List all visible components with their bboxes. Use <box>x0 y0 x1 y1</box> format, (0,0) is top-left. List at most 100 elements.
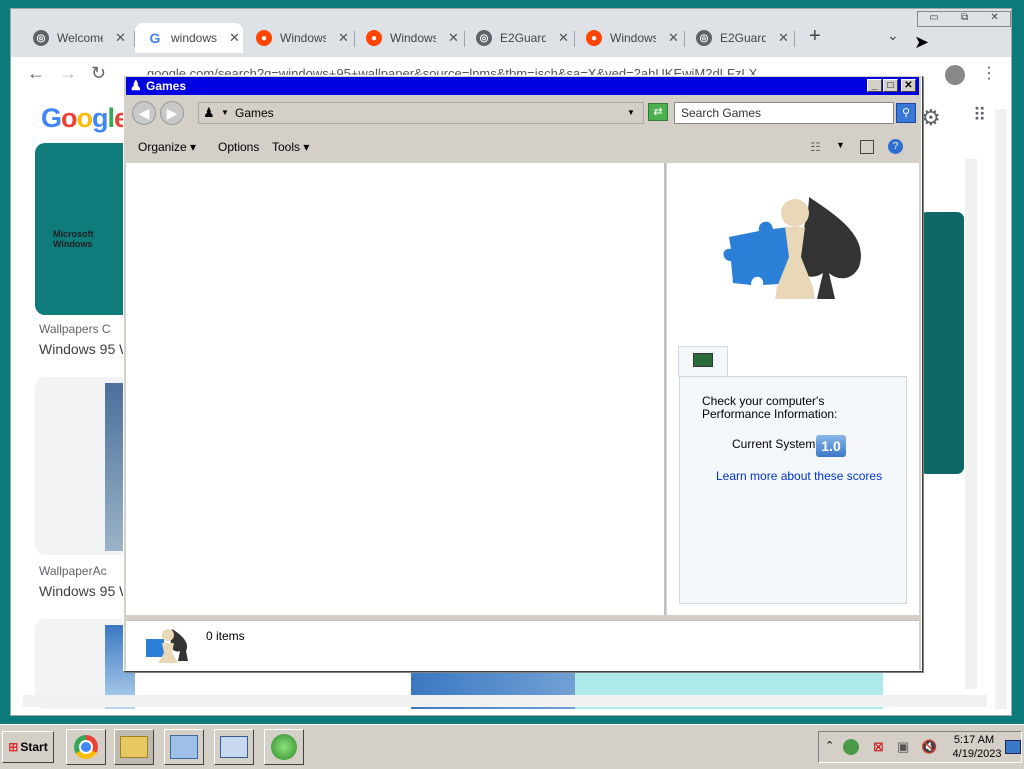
tab-windows-active[interactable]: Gwindows ✕ <box>135 23 243 53</box>
performance-monitor-icon <box>693 353 713 367</box>
view-dropdown-icon[interactable]: ▼ <box>836 140 845 150</box>
network-taskbar-button[interactable] <box>214 729 254 765</box>
result-source-1[interactable]: Wallpapers C <box>39 322 111 336</box>
result-image-1[interactable]: Microsoft Windows <box>35 143 135 315</box>
performance-panel: Check your computer's Performance Inform… <box>679 376 907 604</box>
tab-windows-reddit-3[interactable]: ● Windows ✕ <box>586 23 686 53</box>
organize-menu[interactable]: Organize ▾ <box>138 140 196 154</box>
tab-separator <box>354 31 355 47</box>
chrome-icon <box>74 735 98 759</box>
help-icon[interactable]: ? <box>888 139 903 154</box>
windows-orb-taskbar-button[interactable] <box>264 729 304 765</box>
window-title: Games <box>146 79 187 93</box>
tools-menu[interactable]: Tools ▾ <box>272 140 309 154</box>
tab-separator <box>684 31 685 47</box>
settings-icon[interactable]: ⚙ <box>921 105 941 131</box>
volume-muted-icon[interactable]: 🔇 <box>921 739 937 755</box>
close-icon[interactable]: ✕ <box>558 30 569 46</box>
close-icon[interactable]: ✕ <box>448 30 459 46</box>
tray-expand-icon[interactable]: ⌃ <box>825 739 834 752</box>
forward-button[interactable]: ▶ <box>160 101 184 125</box>
close-icon[interactable]: ✕ <box>668 30 679 46</box>
refresh-icon[interactable]: ⇄ <box>648 103 668 121</box>
reload-icon[interactable]: ↻ <box>91 63 106 84</box>
tab-separator <box>464 31 465 47</box>
mouse-cursor-icon: ➤ <box>914 32 930 52</box>
tab-strip: ◎ Welcome ✕ Gwindows ✕ ● Windows ✕ ● Windows ✕ … <box>11 9 1011 57</box>
tab-windows-reddit-2[interactable]: ● Windows ✕ <box>366 23 466 53</box>
explorer-taskbar-button[interactable] <box>114 729 154 765</box>
close-icon[interactable]: ✕ <box>229 30 240 46</box>
search-games-input[interactable]: Search Games <box>674 102 894 124</box>
control-panel-icon <box>170 735 198 759</box>
status-bar: 0 items <box>126 620 919 670</box>
tab-e2guard-2[interactable]: ◎ E2Guard ✕ <box>696 23 796 53</box>
command-bar: Organize ▾ Options Tools ▾ ☷ ▼ ? <box>126 129 919 163</box>
forward-icon[interactable]: → <box>59 63 77 84</box>
preview-scrollbar[interactable] <box>965 159 977 689</box>
chrome-taskbar-button[interactable] <box>66 729 106 765</box>
tab-separator <box>574 31 575 47</box>
maximize-button[interactable]: □ <box>883 79 898 92</box>
profile-avatar[interactable] <box>945 65 965 85</box>
preview-pane-icon[interactable] <box>860 140 874 154</box>
tab-welcome[interactable]: ◎ Welcome ✕ <box>33 23 133 53</box>
back-button[interactable]: ◀ <box>132 101 156 125</box>
clock-date[interactable]: 4/19/2023 <box>951 748 1003 760</box>
network-error-icon[interactable]: ⊠ <box>873 739 884 755</box>
clock-time[interactable]: 5:17 AM <box>951 734 997 746</box>
result-title-2[interactable]: Windows 95 W <box>39 583 132 599</box>
title-bar[interactable]: ♟ Games _ □ ✕ <box>126 77 919 95</box>
current-system-label: Current System <box>732 437 816 451</box>
back-icon[interactable]: ← <box>27 63 45 84</box>
games-small-icon <box>146 629 188 663</box>
address-dropdown-icon[interactable]: ▼ <box>627 103 635 123</box>
perf-tab[interactable] <box>678 346 728 377</box>
close-icon[interactable]: ✕ <box>990 12 998 26</box>
chrome-window-controls: ▭ ⧉ ✕ <box>917 11 1011 27</box>
network-icon[interactable]: ▣ <box>897 739 909 755</box>
learn-more-link[interactable]: Learn more about these scores <box>716 469 882 483</box>
breadcrumb-arrow-icon[interactable]: ▼ <box>221 103 229 123</box>
reddit-icon: ● <box>586 30 602 46</box>
close-icon[interactable]: ✕ <box>778 30 789 46</box>
games-list-pane[interactable] <box>126 163 666 615</box>
globe-icon: ◎ <box>696 30 712 46</box>
minimize-icon[interactable]: ▭ <box>929 12 938 26</box>
computer-icon <box>220 736 248 758</box>
security-shield-icon[interactable] <box>843 739 859 755</box>
globe-icon: ◎ <box>476 30 492 46</box>
close-button[interactable]: ✕ <box>901 79 916 92</box>
close-icon[interactable]: ✕ <box>115 30 126 46</box>
tab-search-icon[interactable]: ⌄ <box>887 27 899 44</box>
tab-e2guard-1[interactable]: ◎ E2Guard ✕ <box>476 23 576 53</box>
control-panel-taskbar-button[interactable] <box>164 729 204 765</box>
kebab-menu-icon[interactable]: ⋮ <box>981 63 997 83</box>
restore-icon[interactable]: ⧉ <box>961 12 968 26</box>
show-desktop-icon[interactable] <box>1005 740 1021 754</box>
address-box[interactable]: ♟ ▼ Games ▼ <box>198 102 644 124</box>
search-icon[interactable]: ⚲ <box>896 103 916 123</box>
result-source-2[interactable]: WallpaperAc <box>39 564 107 578</box>
new-tab-button[interactable]: + <box>809 25 821 48</box>
chess-pawn-icon: ♟ <box>130 78 142 93</box>
perf-heading: Check your computer's Performance Inform… <box>702 394 838 421</box>
google-icon: G <box>147 30 163 46</box>
reddit-icon: ● <box>366 30 382 46</box>
taskbar: ⊞ Start ⌃ ⊠ ▣ 🔇 5:17 AM 4/19/2023 <box>0 724 1024 769</box>
apps-grid-icon[interactable]: ⠿ <box>973 105 986 126</box>
tab-windows-reddit-1[interactable]: ● Windows ✕ <box>256 23 356 53</box>
address-row: ◀ ▶ ♟ ▼ Games ▼ ⇄ Search Games ⚲ <box>126 96 919 128</box>
address-text: Games <box>235 106 274 120</box>
google-logo[interactable]: Google <box>41 103 129 134</box>
page-scrollbar[interactable] <box>995 109 1007 709</box>
view-options-icon[interactable]: ☷ <box>810 140 821 154</box>
minimize-button[interactable]: _ <box>867 79 882 92</box>
close-icon[interactable]: ✕ <box>338 30 349 46</box>
result-title-1[interactable]: Windows 95 W <box>39 341 132 357</box>
options-button[interactable]: Options <box>218 140 259 154</box>
start-button[interactable]: ⊞ Start <box>2 731 54 763</box>
preview-panel-image[interactable] <box>917 209 967 477</box>
result-card-2[interactable] <box>35 377 135 555</box>
horizontal-scrollbar[interactable] <box>23 695 987 707</box>
